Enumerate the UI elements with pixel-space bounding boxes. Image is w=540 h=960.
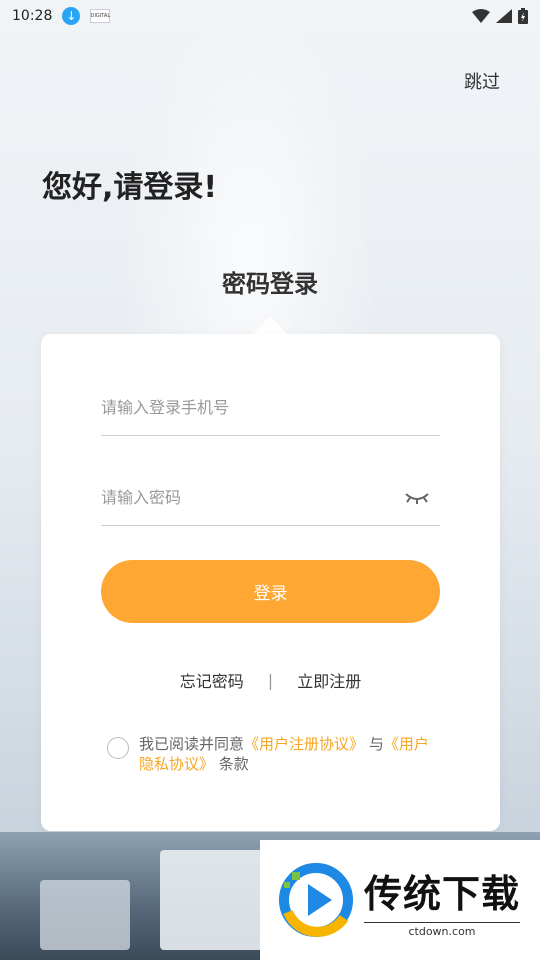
signal-icon [496, 9, 512, 23]
agreement-checkbox[interactable] [107, 737, 129, 759]
battery-icon [518, 8, 528, 24]
status-right [472, 8, 528, 24]
login-button[interactable]: 登录 [101, 560, 440, 623]
watermark-url: ctdown.com [364, 921, 521, 938]
skip-button[interactable]: 跳过 [464, 68, 500, 94]
account-links: 忘记密码 | 立即注册 [41, 668, 500, 692]
register-link[interactable]: 立即注册 [297, 668, 361, 692]
phone-field [101, 392, 440, 436]
download-icon: ↓ [62, 7, 81, 25]
user-agreement-link[interactable]: 《用户注册协议》 [244, 735, 364, 753]
agreement-row: 我已阅读并同意《用户注册协议》 与《用户隐私协议》 条款 [107, 734, 437, 774]
status-left: 10:28 ↓ DIGITAL [12, 7, 111, 25]
agreement-conjunction: 与 [368, 735, 384, 753]
truck-image [40, 880, 130, 950]
card-pointer [253, 316, 287, 334]
password-input[interactable] [101, 482, 391, 512]
login-card: 登录 忘记密码 | 立即注册 我已阅读并同意《用户注册协议》 与《用户隐私协议》… [41, 334, 500, 831]
truck-image [160, 850, 270, 950]
forgot-password-link[interactable]: 忘记密码 [180, 668, 244, 692]
watermark-logo-icon [279, 863, 353, 937]
greeting-title: 您好,请登录! [42, 170, 218, 205]
status-bar: 10:28 ↓ DIGITAL [0, 0, 540, 32]
password-field [101, 482, 440, 526]
phone-input[interactable] [101, 392, 440, 422]
watermark-title: 传统下载 [364, 871, 521, 916]
wifi-icon [472, 9, 490, 23]
watermark-text: 传统下载 ctdown.com [364, 863, 521, 938]
eye-closed-icon[interactable] [404, 488, 430, 506]
app-notification-icon: DIGITAL [90, 9, 111, 23]
agreement-suffix: 条款 [218, 755, 249, 773]
status-time: 10:28 [12, 8, 53, 24]
link-separator: | [267, 670, 274, 690]
agreement-text: 我已阅读并同意《用户注册协议》 与《用户隐私协议》 条款 [139, 734, 437, 774]
watermark: 传统下载 ctdown.com [260, 840, 540, 960]
agreement-prefix: 我已阅读并同意 [139, 735, 245, 753]
tab-password-login[interactable]: 密码登录 [0, 264, 540, 299]
